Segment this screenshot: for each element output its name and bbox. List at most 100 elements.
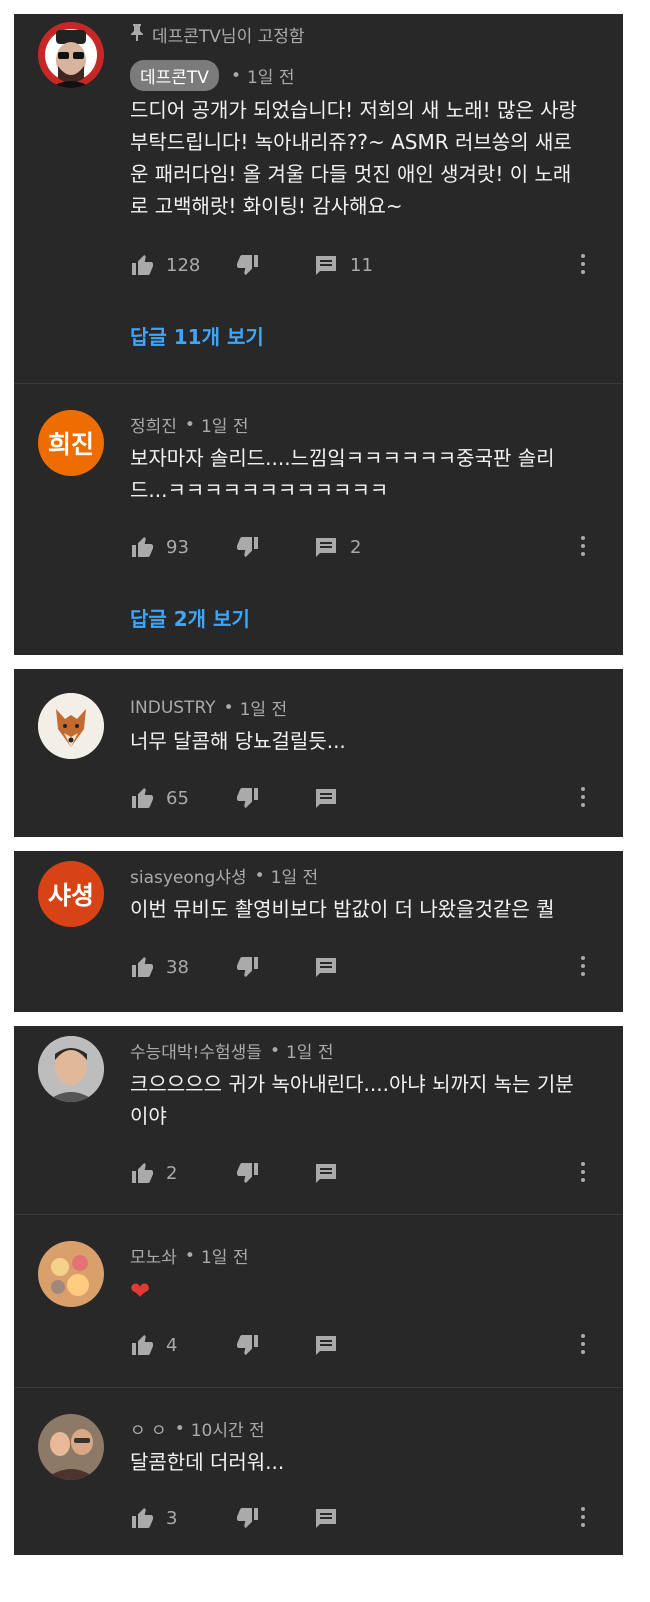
comment-icon: [316, 958, 336, 977]
like-button[interactable]: 3: [130, 1503, 177, 1533]
author-name[interactable]: siasyeong샤셩: [130, 863, 247, 888]
like-count: 65: [166, 787, 189, 809]
comment-icon: [316, 538, 336, 557]
author-badge[interactable]: 데프콘TV: [130, 60, 219, 91]
dislike-button[interactable]: [236, 1158, 260, 1188]
thumbs-up-icon: [132, 537, 153, 557]
heart-icon: ❤: [130, 1277, 151, 1305]
thumbs-up-icon: [132, 1508, 153, 1528]
more-options-icon[interactable]: [580, 254, 586, 278]
text-line: 크으으으으 귀가 녹아내린다....아냐 뇌까지 녹는 기분: [130, 1072, 574, 1096]
thumbs-up-icon: [132, 788, 153, 808]
reply-button[interactable]: [314, 1330, 338, 1360]
text-line: 보자마자 솔리드....느낌잌ㅋㅋㅋㅋㅋㅋ중국판 솔리: [130, 446, 555, 470]
dislike-button[interactable]: [236, 532, 260, 562]
author-name[interactable]: 수능대박!수험생들: [130, 1038, 262, 1063]
more-options-icon[interactable]: [580, 536, 586, 560]
avatar[interactable]: [38, 22, 104, 88]
more-options-icon[interactable]: [580, 956, 586, 980]
like-button[interactable]: 128: [130, 250, 200, 280]
reply-button[interactable]: [314, 1158, 338, 1188]
pinned-label: 데프콘TV님이 고정함: [130, 22, 305, 47]
like-count: 93: [166, 536, 189, 558]
timestamp: 1일 전: [239, 700, 288, 720]
avatar-image: [38, 1036, 104, 1102]
author-name[interactable]: 정희진: [130, 412, 177, 437]
pin-icon: [130, 23, 144, 46]
more-options-icon[interactable]: [580, 1162, 586, 1186]
text-line: 드디어 공개가 되었습니다! 저희의 새 노래! 많은 사랑: [130, 98, 577, 122]
author-name[interactable]: ㅇ ㅇ: [130, 1416, 167, 1441]
dislike-button[interactable]: [236, 250, 260, 280]
comment-actions: 65: [130, 783, 610, 813]
more-options-icon[interactable]: [580, 787, 586, 811]
avatar[interactable]: [38, 1241, 104, 1307]
comment-actions: 93 2: [130, 532, 610, 562]
like-button[interactable]: 65: [130, 783, 189, 813]
timestamp: 1일 전: [200, 417, 249, 437]
reply-count: 11: [350, 254, 373, 276]
separator: •: [184, 1245, 195, 1266]
avatar[interactable]: 희진: [38, 410, 104, 476]
avatar[interactable]: [38, 1414, 104, 1480]
thumbs-down-icon: [237, 537, 258, 557]
thumbs-down-icon: [237, 1163, 258, 1183]
avatar[interactable]: [38, 1036, 104, 1102]
avatar-image: [38, 22, 104, 88]
avatar-image: [38, 1414, 104, 1480]
more-options-icon[interactable]: [580, 1507, 586, 1531]
reply-button[interactable]: 2: [314, 532, 361, 562]
timestamp: 10시간 전: [190, 1421, 265, 1441]
text-line: 드...ㅋㅋㅋㅋㅋㅋㅋㅋㅋㅋㅋㅋ: [130, 478, 389, 502]
like-button[interactable]: 93: [130, 532, 189, 562]
author-name[interactable]: INDUSTRY: [130, 698, 216, 718]
divider: [14, 383, 623, 384]
reply-button[interactable]: [314, 952, 338, 982]
comment-meta: ㅇ ㅇ • 10시간 전: [130, 1416, 265, 1442]
view-replies-link[interactable]: 답글 11개 보기: [130, 321, 264, 350]
dislike-button[interactable]: [236, 1330, 260, 1360]
view-replies-link[interactable]: 답글 2개 보기: [130, 603, 250, 632]
like-count: 3: [166, 1507, 178, 1529]
dislike-button[interactable]: [236, 952, 260, 982]
like-count: 128: [166, 254, 201, 276]
thumbs-up-icon: [132, 1335, 153, 1355]
avatar[interactable]: [38, 693, 104, 759]
comment-icon: [316, 1164, 336, 1183]
author-name[interactable]: 모노솨: [130, 1243, 177, 1268]
thumbs-down-icon: [237, 1508, 258, 1528]
divider: [14, 1387, 623, 1388]
like-button[interactable]: 2: [130, 1158, 177, 1188]
more-options-icon[interactable]: [580, 1334, 586, 1358]
timestamp: 1일 전: [246, 68, 295, 88]
reply-count: 2: [350, 536, 362, 558]
pinned-text: 데프콘TV님이 고정함: [152, 27, 305, 47]
like-button[interactable]: 4: [130, 1330, 177, 1360]
comment-text: 달콤한데 더러워...: [130, 1450, 285, 1474]
comment-icon: [316, 789, 336, 808]
comment-icon: [316, 1336, 336, 1355]
separator: •: [254, 865, 265, 886]
avatar-image: [38, 693, 104, 759]
comment-actions: 38: [130, 952, 610, 982]
thumbs-down-icon: [237, 1335, 258, 1355]
avatar-image: [38, 1241, 104, 1307]
reply-button[interactable]: [314, 783, 338, 813]
text-line: 이야: [130, 1104, 167, 1128]
divider: [14, 1214, 623, 1215]
avatar[interactable]: 샤셩: [38, 861, 104, 927]
separator: •: [223, 697, 234, 718]
comment-icon: [316, 256, 336, 275]
like-count: 2: [166, 1162, 178, 1184]
like-count: 38: [166, 956, 189, 978]
comment-text: 드디어 공개가 되었습니다! 저희의 새 노래! 많은 사랑 부탁드립니다! 녹…: [130, 94, 608, 222]
reply-button[interactable]: 11: [314, 250, 373, 280]
dislike-button[interactable]: [236, 783, 260, 813]
dislike-button[interactable]: [236, 1503, 260, 1533]
comment-meta: 모노솨 • 1일 전: [130, 1243, 248, 1269]
like-button[interactable]: 38: [130, 952, 189, 982]
comment-text: 보자마자 솔리드....느낌잌ㅋㅋㅋㅋㅋㅋ중국판 솔리 드...ㅋㅋㅋㅋㅋㅋㅋㅋ…: [130, 442, 608, 506]
thumbs-up-icon: [132, 255, 153, 275]
like-count: 4: [166, 1334, 178, 1356]
reply-button[interactable]: [314, 1503, 338, 1533]
